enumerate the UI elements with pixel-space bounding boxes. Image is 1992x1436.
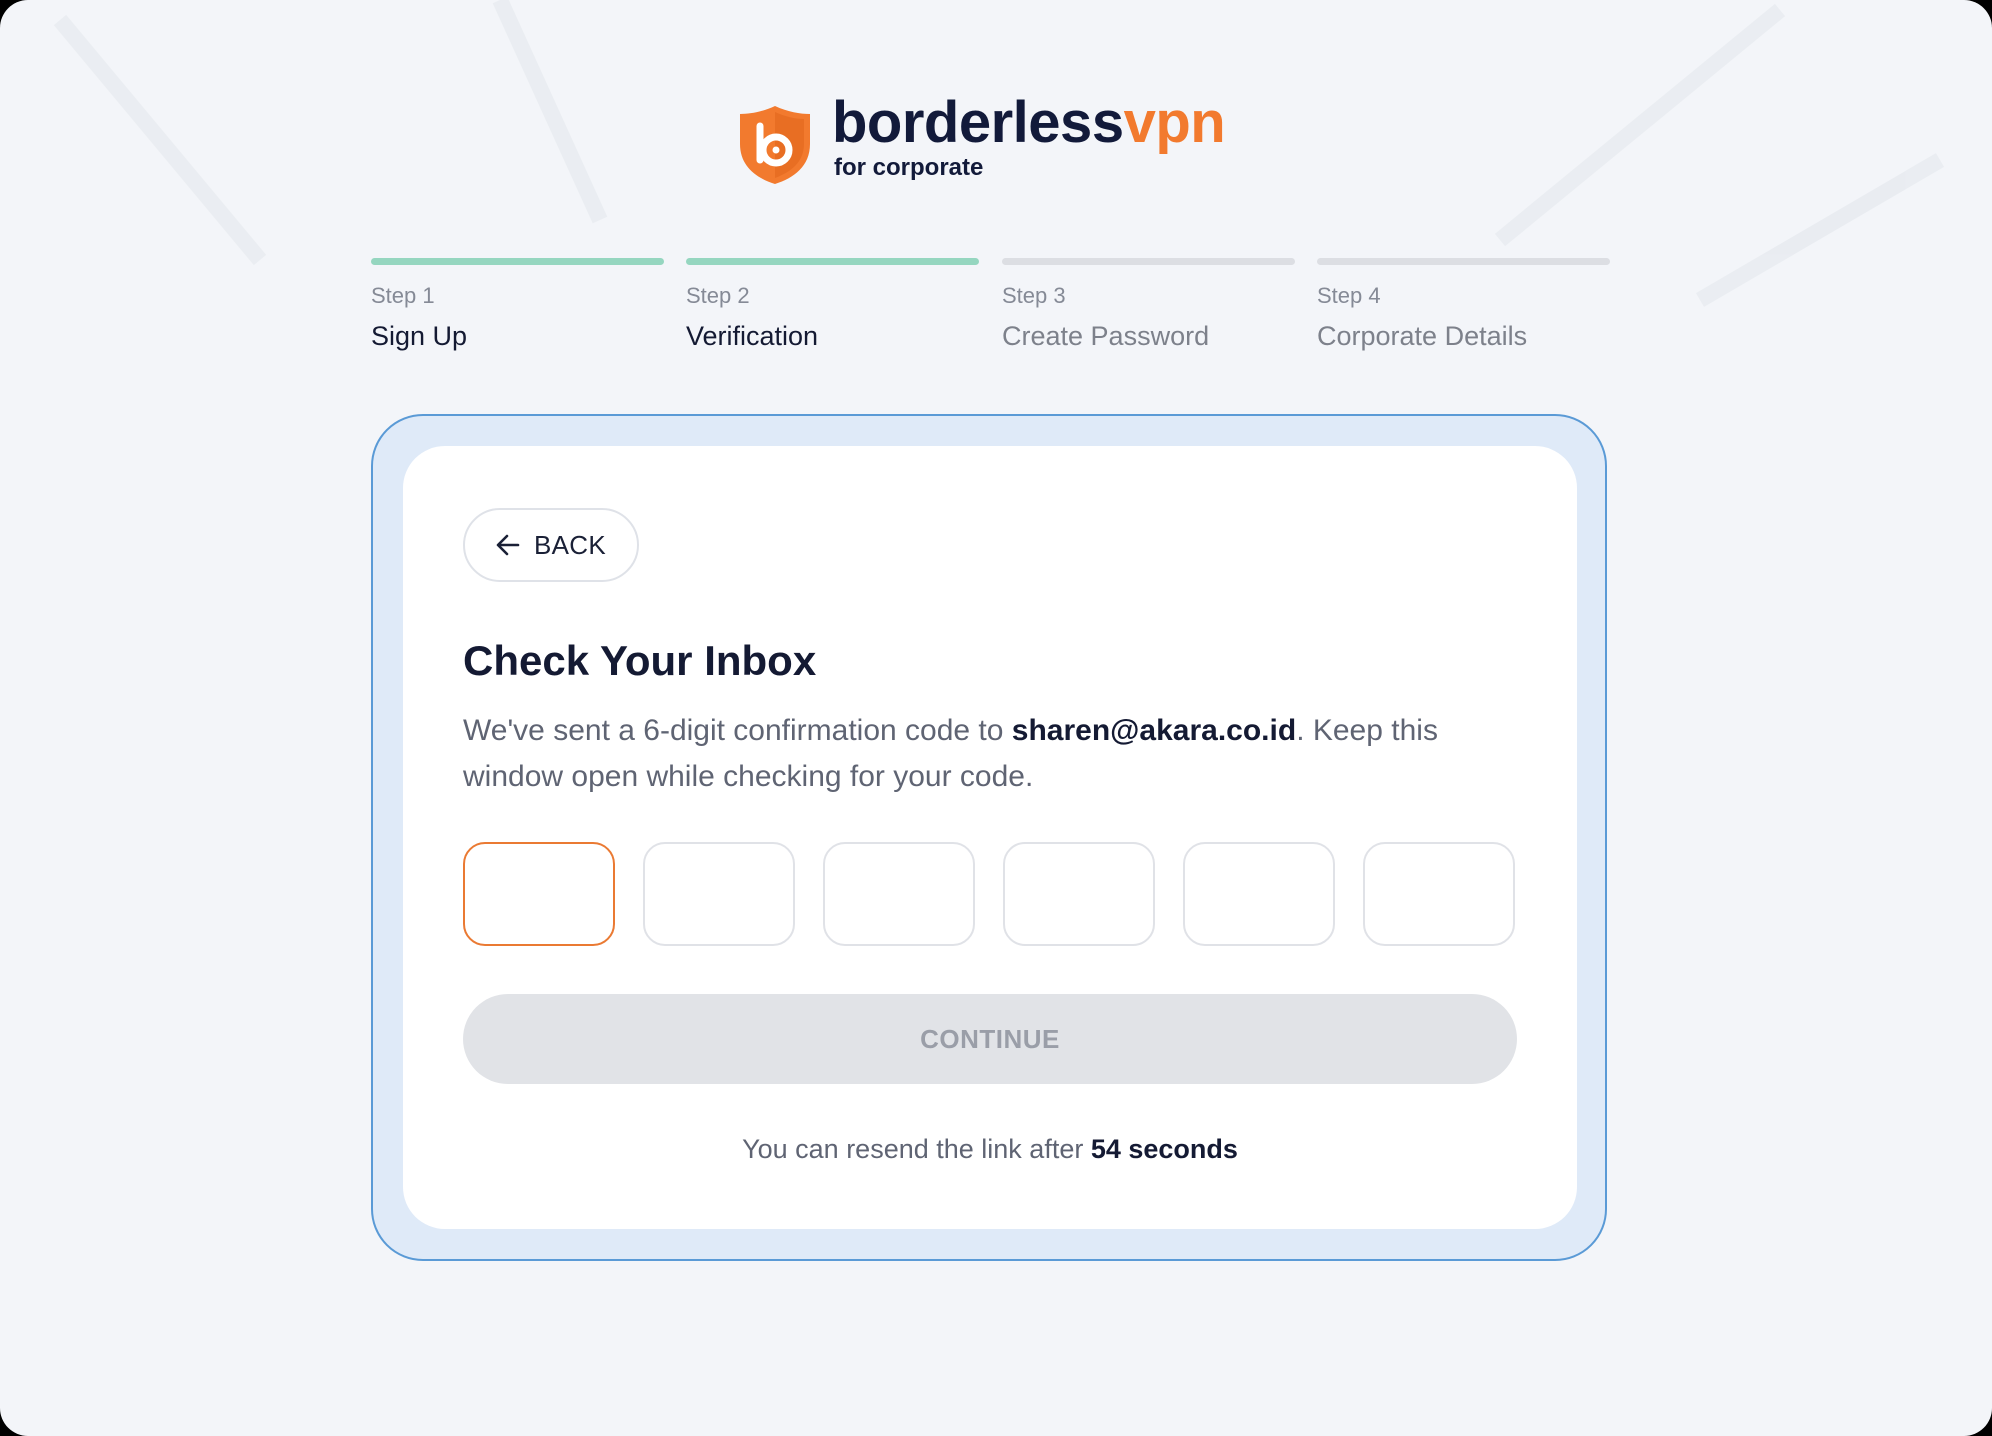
step-number: Step 3 — [1002, 283, 1066, 308]
brand-name: borderless — [832, 90, 1124, 155]
step-progress-bar — [1317, 258, 1610, 265]
otp-digit-3[interactable] — [823, 842, 975, 946]
instruction-text: We've sent a 6-digit confirmation code t… — [463, 708, 1523, 800]
step-title: Sign Up — [371, 321, 468, 351]
instruction-prefix: We've sent a 6-digit confirmation code t… — [463, 714, 1012, 747]
shield-logo-icon — [740, 106, 810, 184]
step-number: Step 2 — [686, 283, 750, 308]
step-progress-bar — [371, 258, 664, 265]
otp-digit-5[interactable] — [1183, 842, 1335, 946]
otp-digit-2[interactable] — [643, 842, 795, 946]
brand-wordmark: borderlessvpn — [832, 94, 1226, 152]
step-number: Step 4 — [1317, 283, 1381, 308]
brand-logo: borderlessvpn for corporate — [738, 94, 1258, 190]
step-number: Step 1 — [371, 283, 435, 308]
otp-input-group — [463, 842, 1517, 948]
continue-button[interactable]: CONTINUE — [463, 994, 1517, 1084]
brand-tagline: for corporate — [834, 154, 984, 181]
page-title: Check Your Inbox — [463, 637, 817, 684]
resend-prefix: You can resend the link after — [742, 1134, 1091, 1164]
step-progress-bar — [686, 258, 979, 265]
step-title: Create Password — [1002, 321, 1210, 351]
otp-digit-4[interactable] — [1003, 842, 1155, 946]
step-sign-up: Step 1 Sign Up — [371, 258, 664, 350]
step-verification: Step 2 Verification — [686, 258, 979, 350]
resend-timer-text: You can resend the link after 54 seconds — [403, 1136, 1577, 1163]
otp-digit-1[interactable] — [463, 842, 615, 946]
step-title: Corporate Details — [1317, 321, 1528, 351]
step-create-password: Step 3 Create Password — [1002, 258, 1295, 350]
back-button-label: BACK — [533, 529, 606, 560]
signup-screen: borderlessvpn for corporate Step 1 Sign … — [0, 0, 1992, 1436]
otp-digit-6[interactable] — [1363, 842, 1515, 946]
step-corporate-details: Step 4 Corporate Details — [1317, 258, 1610, 350]
step-progress-bar — [1002, 258, 1295, 265]
resend-countdown: 54 seconds — [1090, 1134, 1238, 1164]
recipient-email: sharen@akara.co.id — [1011, 714, 1297, 747]
back-button[interactable]: BACK — [463, 508, 639, 582]
arrow-left-icon — [496, 534, 520, 556]
continue-button-label: CONTINUE — [920, 1023, 1060, 1054]
step-title: Verification — [686, 321, 819, 351]
verification-card: BACK Check Your Inbox We've sent a 6-dig… — [403, 446, 1577, 1229]
brand-name-accent: vpn — [1123, 90, 1226, 155]
